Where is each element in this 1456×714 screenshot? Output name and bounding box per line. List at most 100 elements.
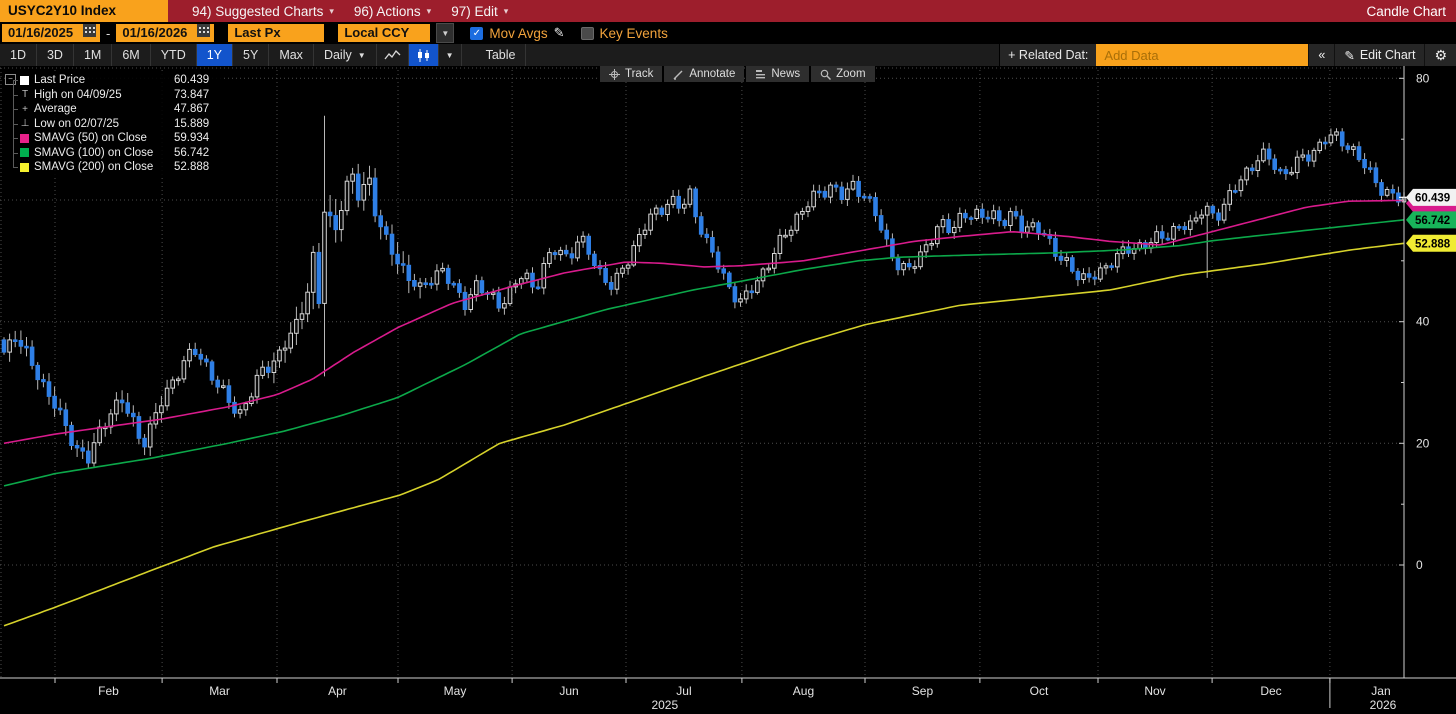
annotate-label: Annotate — [689, 68, 736, 80]
zoom-button[interactable]: Zoom — [811, 66, 875, 82]
legend-label: Low on 02/07/25 — [34, 117, 120, 130]
chevron-down-icon: ▾ — [503, 5, 509, 16]
legend-icon — [20, 148, 34, 158]
legend-value: 56.742 — [174, 146, 210, 159]
candle-chart-type-button[interactable] — [408, 44, 439, 66]
currency-selector[interactable]: Local CCY — [338, 24, 431, 42]
range-tab-6m[interactable]: 6M — [112, 44, 151, 66]
field-bar: 01/16/2025 - 01/16/2026 Last Px Local CC… — [0, 22, 1456, 44]
collapse-panel-button[interactable]: « — [1308, 44, 1335, 66]
legend-tree-stub — [8, 87, 20, 103]
period-selector[interactable]: Daily ▼ — [314, 44, 377, 66]
date-range-separator: - — [106, 25, 111, 41]
chevron-down-icon: ▾ — [426, 5, 432, 16]
checkbox-checked-icon — [470, 26, 484, 40]
range-tab-1m[interactable]: 1M — [74, 44, 113, 66]
chevron-down-icon: ▼ — [441, 28, 450, 38]
news-button[interactable]: News — [746, 66, 810, 82]
legend-label: Last Price — [34, 74, 86, 87]
menu-edit[interactable]: 97) Edit ▾ — [441, 4, 518, 19]
date-to-field[interactable]: 01/16/2026 — [116, 24, 215, 42]
chart-toolbar-row: 1D 3D 1M 6M YTD 1Y 5Y Max Daily ▼ ▼ Tabl… — [0, 44, 1456, 66]
range-tab-1d[interactable]: 1D — [0, 44, 37, 66]
candle-swatch-icon — [20, 75, 29, 85]
svg-text:May: May — [444, 684, 467, 698]
security-ticker-field[interactable]: USYC2Y10 Index — [0, 0, 168, 22]
annotate-pencil-icon — [673, 70, 683, 80]
legend-label: Average — [34, 103, 77, 116]
edit-chart-button[interactable]: ✎ Edit Chart — [1334, 44, 1425, 66]
legend-icon — [20, 75, 34, 85]
magnifier-icon — [820, 69, 832, 80]
legend-row[interactable]: SMAVG (50) on Close 59.934 — [8, 131, 220, 146]
legend-value: 15.889 — [174, 117, 210, 130]
smavg-200-line — [3, 242, 1405, 627]
annotate-button[interactable]: Annotate — [664, 66, 745, 82]
menu-actions[interactable]: 96) Actions ▾ — [344, 4, 441, 19]
svg-text:20: 20 — [1416, 436, 1430, 450]
legend-tree-stub — [8, 131, 20, 146]
add-data-input[interactable] — [1096, 44, 1309, 66]
calendar-icon[interactable] — [197, 24, 211, 42]
function-title: Candle Chart — [1366, 3, 1446, 19]
gear-icon: ⚙ — [1434, 46, 1447, 63]
menu-suggested-charts[interactable]: 94) Suggested Charts ▾ — [182, 4, 344, 19]
range-tab-ytd[interactable]: YTD — [151, 44, 197, 66]
svg-text:52.888: 52.888 — [1415, 238, 1451, 250]
mov-avgs-checkbox[interactable]: Mov Avgs ✎ — [470, 25, 565, 41]
legend-icon: ⊥ — [20, 118, 34, 129]
legend-row[interactable]: SMAVG (100) on Close 56.742 — [8, 145, 220, 161]
range-tab-3d[interactable]: 3D — [37, 44, 74, 66]
line-chart-icon — [384, 49, 401, 60]
smavg-swatch-icon — [20, 133, 29, 143]
track-button[interactable]: Track — [600, 66, 663, 82]
svg-text:Jun: Jun — [559, 684, 578, 698]
key-events-checkbox[interactable]: Key Events — [580, 25, 668, 41]
svg-text:Sep: Sep — [912, 684, 934, 698]
line-chart-type-button[interactable] — [377, 44, 409, 66]
legend-label: SMAVG (200) on Close — [34, 161, 154, 174]
svg-text:0: 0 — [1416, 558, 1423, 572]
legend-icon — [20, 133, 34, 143]
checkbox-unchecked-icon — [580, 26, 594, 40]
svg-text:56.742: 56.742 — [1415, 215, 1450, 227]
menu-label: 97) Edit — [451, 3, 498, 19]
legend-row[interactable]: Last Price 60.439 — [8, 73, 220, 88]
legend-row[interactable]: ⊥ Low on 02/07/25 15.889 — [8, 116, 220, 132]
pencil-icon[interactable]: ✎ — [554, 25, 565, 41]
range-tab-1y[interactable]: 1Y — [196, 44, 234, 66]
smavg-100-line — [3, 219, 1405, 487]
legend-icon: T — [20, 89, 34, 100]
legend-tree-stub — [8, 73, 20, 88]
avg-marker-icon: + — [22, 103, 28, 115]
chevron-down-icon: ▼ — [357, 50, 366, 60]
price-field-selector[interactable]: Last Px — [228, 24, 325, 42]
low-marker-icon: ⊥ — [20, 118, 30, 130]
high-marker-icon: T — [21, 89, 29, 101]
range-tab-max[interactable]: Max — [269, 44, 314, 66]
date-from-field[interactable]: 01/16/2025 — [2, 24, 100, 42]
currency-dropdown-button[interactable]: ▼ — [436, 23, 455, 43]
chart-settings-button[interactable]: ⚙ — [1424, 44, 1456, 66]
svg-text:40: 40 — [1416, 315, 1430, 329]
edit-chart-label: Edit Chart — [1359, 48, 1416, 62]
legend-value: 52.888 — [174, 161, 210, 174]
menu-label: 96) Actions — [353, 3, 421, 19]
chart-panel[interactable]: 020406080FebMarAprMayJunJulAugSepOctNovD… — [0, 66, 1456, 714]
legend-row[interactable]: SMAVG (200) on Close 52.888 — [8, 160, 220, 175]
legend-value: 47.867 — [174, 103, 210, 116]
key-events-label: Key Events — [599, 25, 668, 41]
range-tab-5y[interactable]: 5Y — [233, 44, 270, 66]
table-button[interactable]: Table — [476, 44, 527, 66]
chevron-down-icon: ▼ — [445, 50, 454, 60]
legend-value: 59.934 — [174, 132, 210, 145]
svg-text:2026: 2026 — [1370, 698, 1397, 712]
calendar-icon[interactable] — [83, 24, 96, 42]
svg-text:Oct: Oct — [1030, 684, 1049, 698]
svg-text:Mar: Mar — [209, 684, 230, 698]
chart-type-dropdown[interactable]: ▼ — [439, 44, 462, 66]
legend-row[interactable]: + Average 47.867 — [8, 102, 220, 117]
chart-legend[interactable]: − Last Price 60.439 T High on 04/09/25 73.84… — [5, 71, 224, 178]
svg-text:Jan: Jan — [1371, 684, 1390, 698]
legend-row[interactable]: T High on 04/09/25 73.847 — [8, 87, 220, 103]
